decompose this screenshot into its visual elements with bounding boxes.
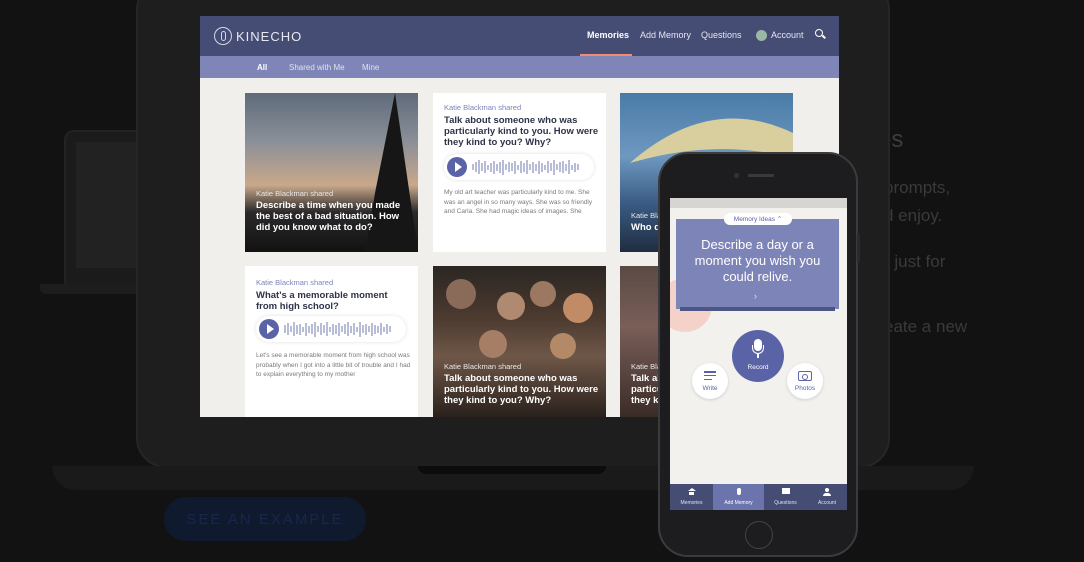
search-icon[interactable] xyxy=(815,29,823,37)
nav-questions[interactable]: Questions xyxy=(701,30,742,40)
bg-text-line: prompts, xyxy=(884,178,951,197)
phone-device: Describe a day or a moment you wish you … xyxy=(658,152,860,557)
bottom-tab-bar: Memories Add Memory Questions Account xyxy=(670,484,847,510)
user-icon xyxy=(823,488,831,496)
phone-camera xyxy=(734,173,739,178)
nav-memories[interactable]: Memories xyxy=(587,30,629,40)
tab-account[interactable]: Account xyxy=(807,484,847,510)
phone-side-button xyxy=(857,234,860,262)
bg-text-line: r just for xyxy=(884,252,946,271)
waveform-graphic xyxy=(472,159,579,175)
write-button[interactable]: Write xyxy=(692,363,728,399)
see-an-example-button[interactable]: SEE AN EXAMPLE xyxy=(164,497,366,541)
prompt-card-shadow xyxy=(680,307,835,311)
memory-card[interactable]: Katie Blackman shared Talk about someone… xyxy=(433,93,606,252)
filter-mine[interactable]: Mine xyxy=(362,63,379,72)
status-bar xyxy=(670,198,847,208)
tab-label: Memories xyxy=(680,500,703,506)
card-prompt: Talk about someone who was particularly … xyxy=(444,115,599,148)
memory-idea-card[interactable]: Describe a day or a moment you wish you … xyxy=(676,219,839,309)
card-body-text: My old art teacher was particularly kind… xyxy=(444,189,593,215)
phone-screen: Describe a day or a moment you wish you … xyxy=(670,198,847,510)
write-lines-icon xyxy=(704,371,716,381)
microphone-icon xyxy=(752,339,764,358)
waveform-graphic xyxy=(284,321,391,337)
mail-icon xyxy=(781,488,790,494)
photos-button[interactable]: Photos xyxy=(787,363,823,399)
nav-account[interactable]: Account xyxy=(771,30,804,40)
filter-all[interactable]: All xyxy=(257,63,267,72)
logo-text: KINECHO xyxy=(236,28,303,44)
card-text-fade xyxy=(433,222,606,252)
audio-player xyxy=(256,316,406,342)
kinecho-logo[interactable]: KINECHO xyxy=(214,27,302,45)
card-prompt: Talk about someone who was particularly … xyxy=(444,373,599,406)
photos-label: Photos xyxy=(794,385,816,392)
kinecho-logo-icon xyxy=(214,27,232,45)
record-button[interactable]: Record xyxy=(732,330,784,382)
tab-label: Add Memory xyxy=(724,500,753,506)
tab-label: Questions xyxy=(774,500,797,506)
laptop-notch xyxy=(418,466,606,474)
tab-label: Account xyxy=(817,500,837,506)
play-icon[interactable] xyxy=(259,319,279,339)
bg-text-line: eate a new xyxy=(884,317,968,336)
next-chevron-icon[interactable]: › xyxy=(754,291,757,301)
account-avatar-icon[interactable] xyxy=(756,30,767,41)
nav-add-memory[interactable]: Add Memory xyxy=(640,30,691,40)
memory-ideas-toggle[interactable]: Memory Ideas ⌃ xyxy=(724,213,792,225)
memory-idea-prompt: Describe a day or a moment you wish you … xyxy=(694,237,821,284)
memory-card[interactable]: Katie Blackman shared Describe a time wh… xyxy=(245,93,418,252)
write-label: Write xyxy=(702,385,718,392)
play-icon[interactable] xyxy=(447,157,467,177)
audio-player xyxy=(444,154,594,180)
phone-home-button[interactable] xyxy=(745,521,773,549)
card-shared-by: Katie Blackman shared xyxy=(444,362,522,371)
microphone-icon xyxy=(736,488,741,495)
filter-subnav: All Shared with Me Mine xyxy=(200,56,839,78)
tab-questions[interactable]: Questions xyxy=(764,484,807,510)
card-prompt: Describe a time when you made the best o… xyxy=(256,200,401,233)
record-label: Record xyxy=(747,364,769,371)
filter-shared-with-me[interactable]: Shared with Me xyxy=(289,63,345,72)
card-shared-by: Katie Blackman shared xyxy=(444,103,522,112)
card-shared-by: Katie Blackman shared xyxy=(256,278,334,287)
tab-memories[interactable]: Memories xyxy=(670,484,713,510)
top-nav: KINECHO Memories Add Memory Questions Ac… xyxy=(200,16,839,56)
home-icon xyxy=(687,488,696,495)
memory-card[interactable]: Katie Blackman shared What's a memorable… xyxy=(245,266,418,417)
card-shared-by: Katie Blackman shared xyxy=(256,189,334,198)
card-text-fade xyxy=(245,387,418,417)
bg-text-line: d enjoy. xyxy=(884,206,943,225)
tab-add-memory[interactable]: Add Memory xyxy=(713,484,764,510)
card-body-text: Let's see a memorable moment from high s… xyxy=(256,352,411,378)
memory-card[interactable]: Katie Blackman shared Talk about someone… xyxy=(433,266,606,417)
card-prompt: What's a memorable moment from high scho… xyxy=(256,290,388,312)
phone-speaker xyxy=(748,174,774,177)
camera-icon xyxy=(798,371,812,381)
marketing-stage: es prompts, d enjoy. r just for eate a n… xyxy=(0,0,1084,562)
